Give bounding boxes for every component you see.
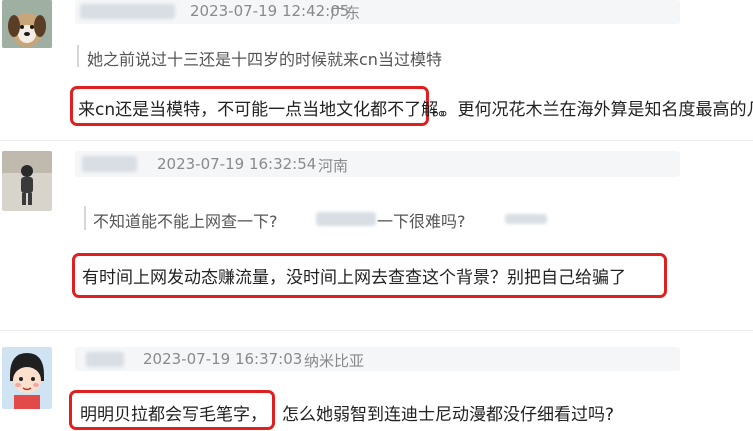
reply-rest: 怎么她弱智到连迪士尼动漫都没仔细看过吗? (282, 405, 615, 425)
comment-date: 2023-07-19 16:37:03 (143, 350, 303, 368)
avatar-child[interactable] (2, 151, 52, 211)
child-avatar-icon (2, 151, 52, 211)
divider (0, 140, 753, 141)
dog-avatar-icon (2, 0, 52, 48)
comment-date: 2023-07-19 16:32:54 (157, 155, 317, 173)
reply-highlighted: 有时间上网发动态赚流量，没时间上网去查查这个背景？别把自己给骗了 (82, 268, 626, 288)
quote-bar (77, 45, 79, 67)
comment-date: 2023-07-19 12:42:05 (190, 2, 350, 20)
reply-highlighted: 明明贝拉都会写毛笔字， (80, 405, 267, 425)
blurred-fragment (505, 214, 547, 224)
username-blurred[interactable] (86, 352, 124, 367)
mention-blurred[interactable] (316, 212, 376, 226)
avatar-dog[interactable] (2, 0, 52, 48)
reply-highlighted: 来cn还是当模特，不可能一点当地文化都不了解。 (78, 100, 456, 120)
reply-rest: 。。更何况花木兰在海外算是知名度最高的几个 (432, 100, 753, 120)
avatar-cartoon[interactable] (2, 347, 52, 409)
username-blurred[interactable] (80, 4, 175, 19)
divider (0, 330, 753, 331)
quoted-comment: 不知道能不能上网查一下? (93, 212, 278, 231)
username-blurred[interactable] (82, 156, 137, 172)
quote-bar (84, 206, 86, 230)
quoted-comment-tail: 一下很难吗? (377, 212, 466, 231)
cartoon-girl-avatar-icon (2, 347, 52, 409)
comment-location: 纳米比亚 (304, 352, 365, 370)
quoted-comment: 她之前说过十三还是十四岁的时候就来cn当过模特 (87, 50, 442, 69)
comment-location: 广东 (330, 4, 361, 22)
comment-location: 河南 (318, 157, 349, 175)
